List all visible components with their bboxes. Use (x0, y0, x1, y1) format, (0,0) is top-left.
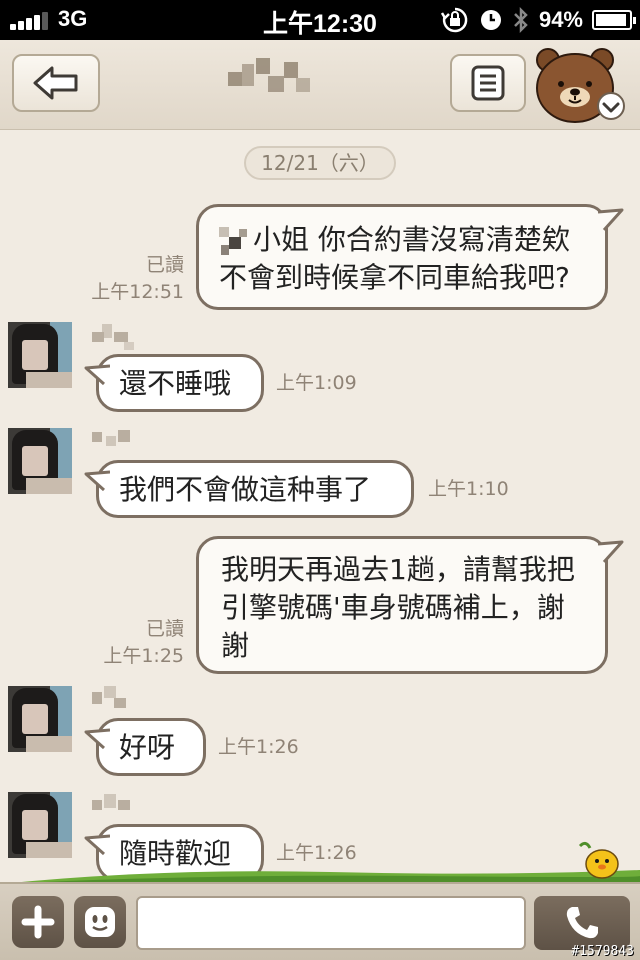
sender-name-blurred (88, 790, 148, 820)
sticker-button[interactable] (74, 896, 126, 948)
contact-avatar[interactable] (8, 428, 72, 494)
contact-avatar[interactable] (8, 686, 72, 752)
message-text-line: 好呀 (119, 731, 176, 764)
message-meta: 已讀 上午1:25 (80, 616, 184, 670)
message-time: 上午1:10 (428, 478, 509, 500)
call-button[interactable] (534, 896, 630, 950)
message-text-line: 謝 (221, 629, 250, 662)
incoming-message-bubble[interactable]: 還不睡哦 (96, 354, 264, 412)
bubble-tail (84, 834, 110, 856)
battery-percent: 94% (538, 7, 583, 32)
back-button[interactable] (12, 54, 100, 112)
message-meta: 已讀 上午12:51 (80, 252, 184, 306)
bubble-tail (84, 364, 110, 386)
bluetooth-icon (514, 6, 528, 34)
chat-header (0, 40, 640, 130)
contact-name-blurred (228, 58, 312, 104)
battery-fill (596, 14, 627, 26)
bubble-tail (598, 540, 624, 564)
grass-decoration (0, 870, 640, 884)
read-receipt: 已讀 (145, 618, 184, 640)
smiley-icon (85, 907, 115, 937)
contact-avatar[interactable] (8, 322, 72, 388)
menu-button[interactable] (450, 54, 526, 112)
orientation-lock-icon (440, 7, 468, 33)
chat-area[interactable]: 12/21（六） 已讀 上午12:51 小姐 你合約書沒寫清楚欸 不會到時候拿不… (0, 130, 640, 882)
incoming-message-bubble[interactable]: 我們不會做這种事了 (96, 460, 414, 518)
message-text-line: 小姐 你合約書沒寫清楚欸 (253, 223, 570, 256)
outgoing-message-bubble[interactable]: 我明天再過去1趟，請幫我把 引擎號碼'車身號碼補上，謝 謝 (196, 536, 608, 674)
list-icon (471, 65, 505, 101)
add-button[interactable] (12, 896, 64, 948)
composer-bar (0, 882, 640, 960)
phone-icon (566, 907, 598, 939)
message-text-line: 還不睡哦 (119, 367, 232, 400)
message-time: 上午12:51 (91, 281, 184, 303)
message-text-line: 引擎號碼'車身號碼補上，謝 (221, 591, 565, 624)
outgoing-message-bubble[interactable]: 小姐 你合約書沒寫清楚欸 不會到時候拿不同車給我吧? (196, 204, 608, 310)
date-separator: 12/21（六） (244, 146, 396, 180)
read-receipt: 已讀 (145, 254, 184, 276)
sender-name-blurred (88, 320, 148, 350)
incoming-message-bubble[interactable]: 好呀 (96, 718, 206, 776)
brown-bear-icon[interactable] (532, 44, 632, 126)
chick-icon (578, 841, 619, 879)
message-text-line: 我明天再過去1趟，請幫我把 (221, 553, 575, 586)
bubble-tail (84, 470, 110, 492)
sender-name-blurred (88, 426, 148, 456)
bubble-tail (84, 728, 110, 750)
message-time: 上午1:26 (218, 736, 299, 758)
watermark: #1579843 (571, 944, 634, 959)
back-arrow-icon (33, 66, 78, 100)
status-right: 94% (440, 4, 636, 36)
message-text-line: 不會到時候拿不同車給我吧? (219, 261, 570, 294)
status-bar: 3G 上午12:30 94% (0, 0, 640, 40)
bubble-tail (598, 208, 624, 232)
message-time: 上午1:25 (103, 645, 184, 667)
plus-icon (21, 905, 55, 939)
contact-avatar[interactable] (8, 792, 72, 858)
blurred-name (219, 227, 247, 255)
message-text-line: 我們不會做這种事了 (119, 473, 372, 506)
battery-icon (592, 10, 636, 30)
message-time: 上午1:09 (276, 372, 357, 394)
message-input[interactable] (136, 896, 526, 950)
sender-name-blurred (88, 684, 148, 714)
alarm-clock-icon (480, 10, 501, 30)
